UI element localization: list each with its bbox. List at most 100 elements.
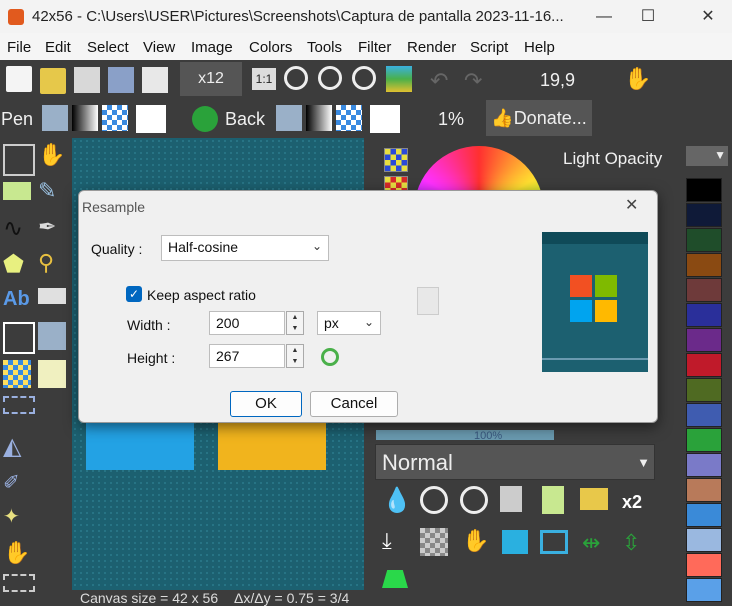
water-drop-icon[interactable]: 💧 <box>382 486 412 515</box>
palette-swatch[interactable] <box>686 578 722 602</box>
rectangle-tool-icon[interactable] <box>3 182 31 200</box>
palette-swatch[interactable] <box>686 528 722 552</box>
brush-tool-icon[interactable]: ⚲ <box>38 250 66 278</box>
gradient-icon[interactable] <box>72 105 98 131</box>
menu-help[interactable]: Help <box>524 39 555 56</box>
quality-select[interactable]: Half-cosine ⌄ <box>161 235 329 261</box>
hand-tool-icon[interactable]: ✋ <box>38 142 66 170</box>
palette-swatch[interactable] <box>686 403 722 427</box>
close-window-button[interactable]: ✕ <box>688 4 728 29</box>
zoom-in-icon[interactable] <box>284 66 308 90</box>
palette-swatch[interactable] <box>686 253 722 277</box>
back-pen-color-icon[interactable] <box>276 105 302 131</box>
rect-select-icon[interactable] <box>3 396 35 414</box>
secondary-color-swatch[interactable] <box>136 105 166 133</box>
maximize-button[interactable]: ☐ <box>628 4 668 29</box>
aspect-link-icon[interactable] <box>417 287 439 315</box>
palette-swatch[interactable] <box>686 328 722 352</box>
blend-mode-select[interactable]: Normal ▼ <box>375 444 655 480</box>
zoom-out-icon[interactable] <box>318 66 342 90</box>
magic-wand-icon[interactable]: ✦ <box>3 504 31 532</box>
menu-file[interactable]: File <box>7 39 31 56</box>
palette-swatch[interactable] <box>686 228 722 252</box>
palette-swatch[interactable] <box>686 478 722 502</box>
duplicate-layer-label[interactable]: x2 <box>622 492 642 513</box>
width-input[interactable]: 200 <box>209 311 285 335</box>
copy-icon[interactable] <box>142 67 168 93</box>
new-file-icon[interactable] <box>6 66 32 92</box>
opacity-percent[interactable]: 1% <box>438 109 464 130</box>
pen-color-icon[interactable] <box>42 105 68 131</box>
donate-button[interactable]: 👍Donate... <box>486 100 592 136</box>
color-mode-icon[interactable] <box>384 148 408 172</box>
back-transparency-icon[interactable] <box>336 105 362 131</box>
menu-image[interactable]: Image <box>191 39 233 56</box>
color-picker-icon[interactable]: ✎ <box>38 178 66 206</box>
menu-select[interactable]: Select <box>87 39 129 56</box>
menu-tools[interactable]: Tools <box>307 39 342 56</box>
flip-vertical-icon[interactable]: ⇳ <box>622 530 640 556</box>
merge-down-icon[interactable]: ⤓ <box>382 528 392 554</box>
palette-swatch[interactable] <box>686 278 722 302</box>
eraser-tool-icon[interactable] <box>38 288 66 304</box>
palette-swatch[interactable] <box>686 303 722 327</box>
palette-swatch[interactable] <box>686 453 722 477</box>
edit-select-icon[interactable]: ✐ <box>3 470 31 498</box>
move-select-icon[interactable] <box>3 574 35 592</box>
flip-horizontal-icon[interactable]: ⇹ <box>582 530 600 556</box>
new-layer-icon[interactable] <box>542 486 564 514</box>
undo-icon[interactable]: ↶ <box>430 68 456 94</box>
perspective-tool-icon[interactable] <box>3 360 31 388</box>
width-stepper[interactable]: ▲ ▼ <box>286 311 304 335</box>
flip-icon[interactable] <box>502 530 528 554</box>
height-input[interactable]: 267 <box>209 344 285 368</box>
layers-icon[interactable] <box>386 66 412 92</box>
height-stepper[interactable]: ▲ ▼ <box>286 344 304 368</box>
layer-zoom-out-icon[interactable] <box>460 486 488 514</box>
perspective-layer-icon[interactable] <box>382 570 408 588</box>
pen-tool-icon[interactable]: ✒ <box>38 214 66 242</box>
trash-icon[interactable] <box>500 486 522 512</box>
hand-icon[interactable]: ✋ <box>624 66 651 92</box>
reset-size-icon[interactable] <box>321 348 339 366</box>
save-as-icon[interactable] <box>108 67 134 93</box>
deform-tool-icon[interactable] <box>3 322 35 354</box>
pixelate-icon[interactable] <box>420 528 448 556</box>
redo-icon[interactable]: ↷ <box>464 68 490 94</box>
open-folder-icon[interactable] <box>40 68 66 94</box>
back-gradient-icon[interactable] <box>306 105 332 131</box>
palette-swatch[interactable] <box>686 553 722 577</box>
palette-swatch[interactable] <box>686 178 722 202</box>
unit-select[interactable]: px ⌄ <box>317 311 381 335</box>
palette-menu-button[interactable]: ▼ <box>686 146 728 166</box>
open-layer-icon[interactable] <box>580 488 608 510</box>
menu-render[interactable]: Render <box>407 39 456 56</box>
layer-hand-icon[interactable]: ✋ <box>462 528 489 554</box>
ok-button[interactable]: OK <box>230 391 302 417</box>
layer-zoom-in-icon[interactable] <box>420 486 448 514</box>
dialog-close-button[interactable]: ✕ <box>625 195 638 215</box>
palette-swatch[interactable] <box>686 203 722 227</box>
fill-tool-icon[interactable] <box>38 322 66 350</box>
text-tool-icon[interactable]: Ab <box>3 288 31 316</box>
menu-edit[interactable]: Edit <box>45 39 71 56</box>
palette-swatch[interactable] <box>686 378 722 402</box>
curve-tool-icon[interactable]: ∿ <box>3 214 31 242</box>
selection-pointer-icon[interactable] <box>38 360 66 388</box>
minimize-button[interactable]: — <box>584 4 624 29</box>
menu-script[interactable]: Script <box>470 39 508 56</box>
zoom-fit-icon[interactable] <box>352 66 376 90</box>
hand-select-icon[interactable]: ✋ <box>3 540 31 568</box>
move-selection-icon[interactable] <box>3 144 35 176</box>
swap-colors-icon[interactable] <box>192 106 218 132</box>
resize-layer-icon[interactable] <box>540 530 568 554</box>
palette-swatch[interactable] <box>686 428 722 452</box>
menu-filter[interactable]: Filter <box>358 39 391 56</box>
lasso-select-icon[interactable]: ◭ <box>3 432 31 460</box>
polygon-tool-icon[interactable]: ⬟ <box>3 250 31 278</box>
cancel-button[interactable]: Cancel <box>310 391 398 417</box>
save-icon[interactable] <box>74 67 100 93</box>
actual-size-button[interactable]: 1:1 <box>252 68 276 90</box>
transparency-icon[interactable] <box>102 105 128 131</box>
menu-view[interactable]: View <box>143 39 175 56</box>
